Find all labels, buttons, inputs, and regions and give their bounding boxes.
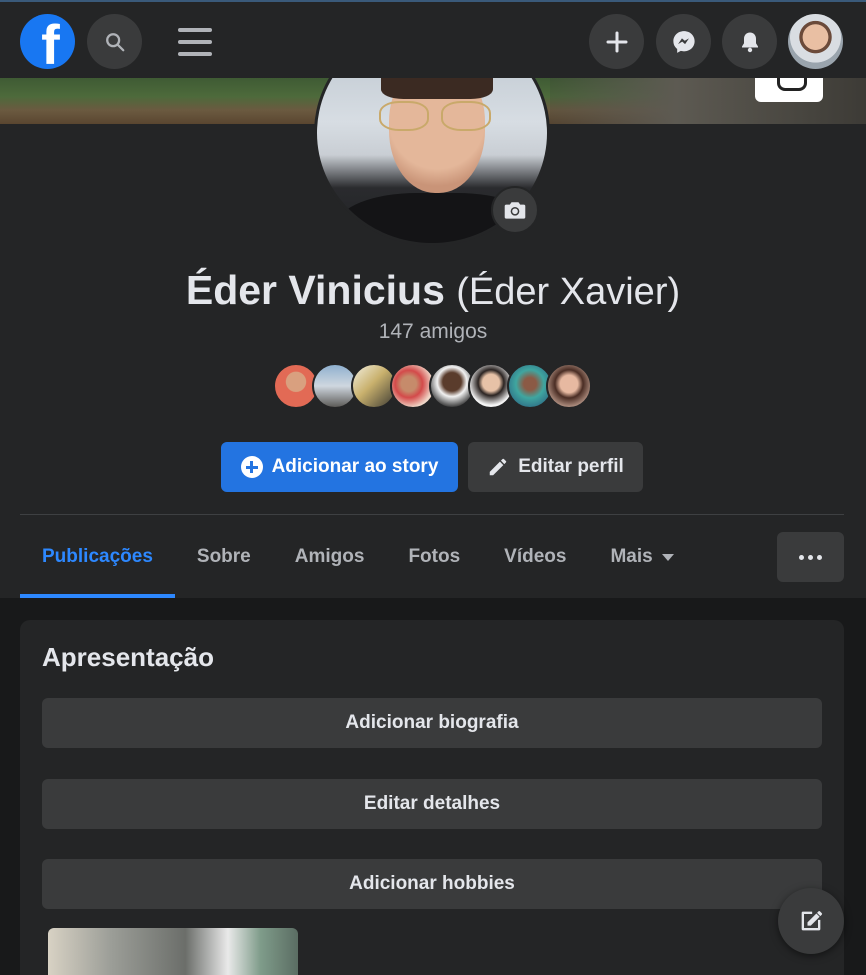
profile-tabs: Publicações Sobre Amigos Fotos Vídeos Ma…: [20, 516, 696, 598]
edit-profile-button[interactable]: Editar perfil: [468, 442, 643, 492]
create-button[interactable]: [589, 14, 644, 69]
hamburger-menu-icon[interactable]: [178, 26, 212, 58]
tab-label: Vídeos: [504, 546, 567, 567]
intro-title: Apresentação: [42, 642, 214, 672]
plus-circle-icon: [240, 456, 263, 478]
notifications-button[interactable]: [722, 14, 777, 69]
facebook-logo-icon[interactable]: f: [20, 14, 75, 69]
tab-label: Sobre: [196, 546, 251, 567]
pencil-icon: [489, 458, 507, 476]
search-icon: [105, 32, 124, 51]
add-to-story-label: Adicionar ao story: [271, 456, 439, 477]
tab-videos[interactable]: Vídeos: [482, 516, 588, 598]
add-hobbies-button[interactable]: Adicionar hobbies: [42, 859, 822, 909]
compose-button[interactable]: [778, 888, 844, 954]
edit-details-button[interactable]: Editar detalhes: [42, 779, 822, 829]
intro-card: Apresentação Adicionar biografia Editar …: [20, 620, 844, 975]
tab-mais[interactable]: Mais: [588, 516, 695, 598]
account-avatar[interactable]: [788, 14, 843, 69]
friend-avatar[interactable]: [546, 363, 592, 409]
tab-label: Publicações: [42, 546, 153, 567]
edit-profile-label: Editar perfil: [518, 456, 624, 477]
tab-amigos[interactable]: Amigos: [273, 516, 387, 598]
plus-icon: [606, 31, 627, 52]
add-bio-button[interactable]: Adicionar biografia: [42, 698, 822, 748]
tab-label: Fotos: [408, 546, 461, 567]
friends-count[interactable]: 147 amigos: [0, 320, 866, 344]
featured-photo[interactable]: [48, 928, 298, 975]
bell-icon: [741, 32, 758, 52]
facebook-logo-letter: f: [41, 14, 60, 70]
friend-avatars: [273, 363, 592, 409]
top-navigation-bar: f: [0, 0, 866, 78]
tab-fotos[interactable]: Fotos: [386, 516, 482, 598]
profile-alternate-name: (Éder Xavier): [456, 271, 681, 313]
compose-icon: [801, 911, 823, 931]
tab-publicacoes[interactable]: Publicações: [20, 516, 175, 598]
ellipsis-icon: [799, 554, 804, 560]
add-to-story-button[interactable]: Adicionar ao story: [221, 442, 458, 492]
update-profile-picture-button[interactable]: [491, 186, 539, 234]
camera-icon: [504, 202, 526, 219]
tab-label: Mais: [610, 546, 653, 567]
messenger-button[interactable]: [656, 14, 711, 69]
tab-sobre[interactable]: Sobre: [175, 516, 273, 598]
messenger-icon: [672, 30, 695, 53]
header-divider: [20, 514, 844, 515]
edit-cover-camera-icon[interactable]: [755, 78, 823, 102]
profile-name: Éder Vinicius (Éder Xavier): [0, 262, 866, 320]
caret-down-icon: [661, 553, 674, 561]
search-button[interactable]: [87, 14, 142, 69]
profile-display-name: Éder Vinicius: [185, 267, 445, 313]
more-options-button[interactable]: [777, 532, 844, 582]
tab-label: Amigos: [294, 546, 365, 567]
